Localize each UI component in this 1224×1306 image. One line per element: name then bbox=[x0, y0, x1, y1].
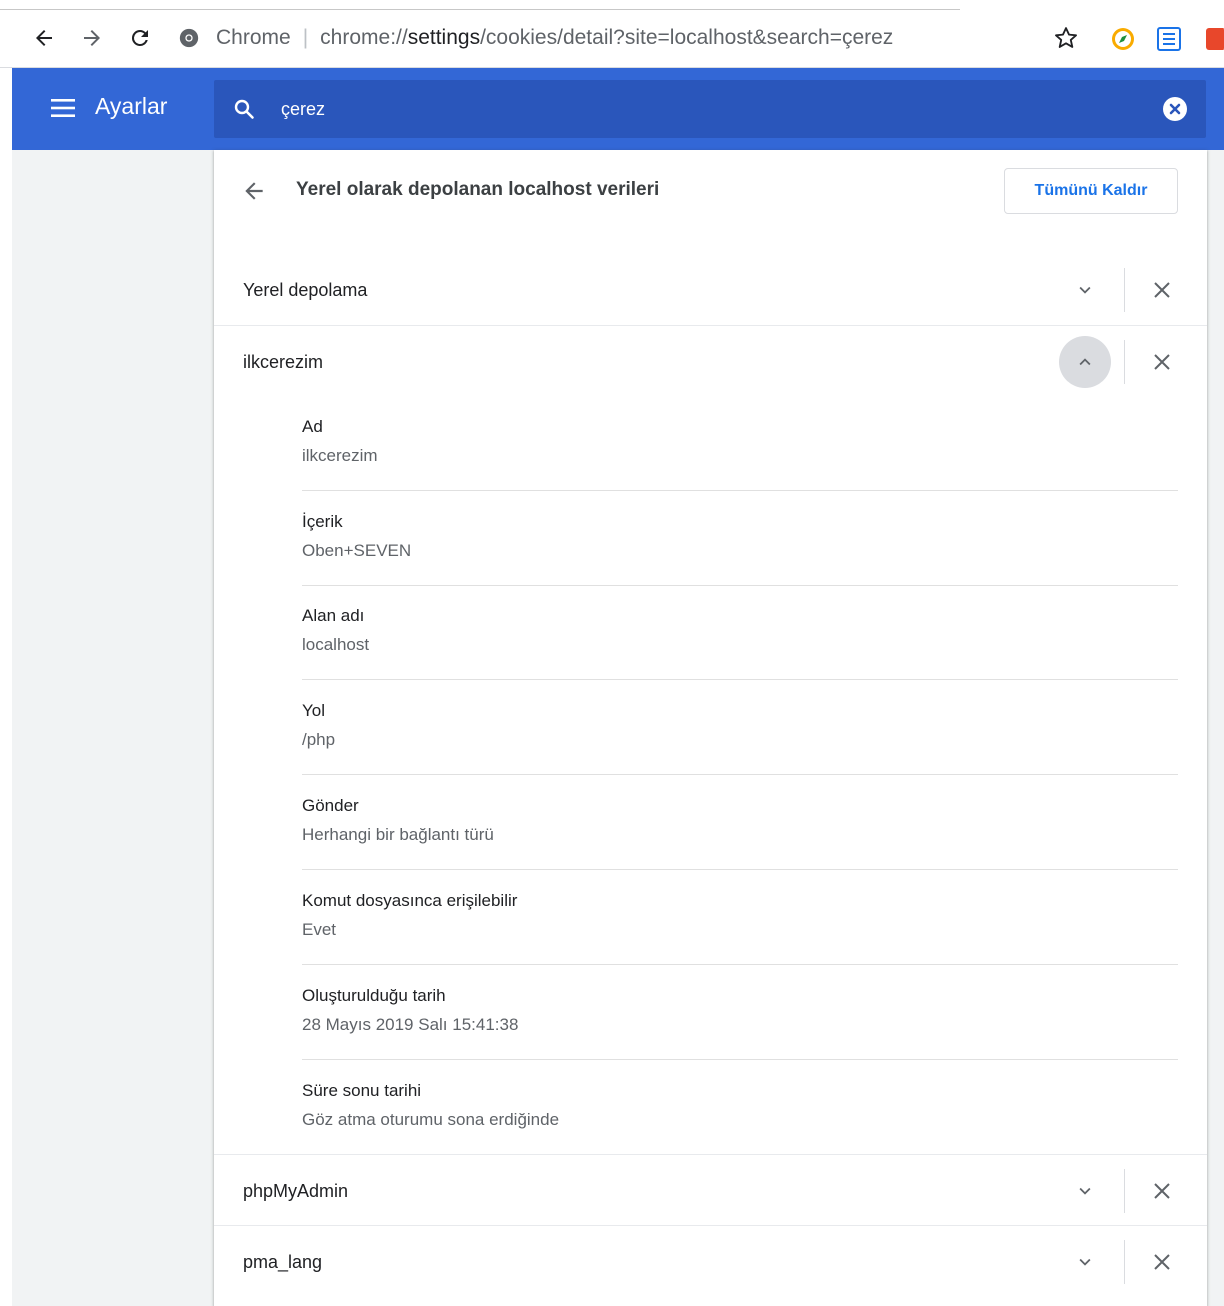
expand-button[interactable] bbox=[1059, 1236, 1111, 1288]
search-icon bbox=[234, 99, 254, 119]
list-item-phpmyadmin[interactable]: phpMyAdmin bbox=[214, 1154, 1207, 1226]
detail-value: Evet bbox=[302, 920, 337, 939]
row-divider bbox=[1124, 340, 1125, 384]
expand-button[interactable] bbox=[1059, 264, 1111, 316]
omnibox-site-name: Chrome bbox=[216, 26, 291, 49]
browser-toolbar: Chrome | chrome://settings/cookies/detai… bbox=[0, 0, 1224, 68]
omnibox-divider: | bbox=[302, 26, 309, 49]
close-icon bbox=[1154, 282, 1170, 298]
cookie-detail-name: Ad ilkcerezim bbox=[302, 396, 1178, 491]
search-input[interactable]: çerez bbox=[281, 99, 325, 120]
list-item-label: ilkcerezim bbox=[243, 352, 324, 372]
list-item-label: pma_lang bbox=[243, 1252, 323, 1272]
chevron-down-icon bbox=[1079, 286, 1091, 294]
tab-strip-edge bbox=[0, 0, 960, 10]
remove-item-button[interactable] bbox=[1142, 1171, 1182, 1211]
list-item-local-storage[interactable]: Yerel depolama bbox=[214, 254, 1207, 326]
chrome-icon bbox=[179, 28, 199, 48]
cookie-detail-expires: Süre sonu tarihi Göz atma oturumu sona e… bbox=[302, 1060, 1178, 1155]
url-host: settings bbox=[407, 26, 481, 49]
detail-label: Süre sonu tarihi bbox=[302, 1081, 422, 1100]
detail-value: Oben+SEVEN bbox=[302, 541, 412, 560]
detail-label: İçerik bbox=[302, 512, 343, 531]
remove-item-button[interactable] bbox=[1142, 342, 1182, 382]
arrow-left-icon bbox=[245, 182, 263, 200]
detail-label: Oluşturulduğu tarih bbox=[302, 986, 446, 1005]
row-divider bbox=[1124, 1240, 1125, 1284]
cookie-detail-send-for: Gönder Herhangi bir bağlantı türü bbox=[302, 775, 1178, 870]
settings-toolbar: Ayarlar çerez bbox=[12, 68, 1224, 150]
chevron-down-icon bbox=[1079, 1258, 1091, 1266]
browser-reload-button[interactable] bbox=[124, 22, 156, 54]
list-item-label: Yerel depolama bbox=[243, 280, 368, 300]
detail-label: Gönder bbox=[302, 796, 359, 815]
arrow-left-icon bbox=[36, 30, 52, 46]
extension-s-icon[interactable] bbox=[1156, 26, 1182, 52]
close-icon bbox=[1154, 1183, 1170, 1199]
detail-value: Göz atma oturumu sona erdiğinde bbox=[302, 1110, 560, 1129]
site-data-card: Yerel olarak depolanan localhost veriler… bbox=[214, 150, 1207, 1306]
detail-value: ilkcerezim bbox=[302, 446, 378, 465]
detail-value: /php bbox=[302, 730, 336, 749]
extension-compass-icon[interactable] bbox=[1110, 26, 1136, 52]
back-button[interactable] bbox=[238, 175, 270, 207]
browser-forward-button[interactable] bbox=[76, 22, 108, 54]
collapse-button[interactable] bbox=[1059, 336, 1111, 388]
remove-item-button[interactable] bbox=[1142, 1242, 1182, 1282]
cookie-detail-path: Yol /php bbox=[302, 680, 1178, 775]
list-item-pma-lang[interactable]: pma_lang bbox=[214, 1225, 1207, 1297]
expand-button[interactable] bbox=[1059, 1165, 1111, 1217]
chevron-down-icon bbox=[1079, 1187, 1091, 1195]
row-divider bbox=[1124, 1169, 1125, 1213]
detail-label: Ad bbox=[302, 417, 323, 436]
hamburger-menu-icon[interactable] bbox=[50, 97, 76, 119]
close-icon bbox=[1154, 354, 1170, 370]
url-path: /cookies/detail?site=localhost&search=çe… bbox=[480, 26, 894, 49]
cookie-detail-domain: Alan adı localhost bbox=[302, 585, 1178, 680]
chevron-up-icon bbox=[1079, 358, 1091, 366]
cookie-detail-created: Oluşturulduğu tarih 28 Mayıs 2019 Salı 1… bbox=[302, 965, 1178, 1060]
row-divider bbox=[1124, 268, 1125, 312]
close-icon bbox=[1154, 1254, 1170, 1270]
url-scheme: chrome:// bbox=[320, 26, 408, 49]
address-bar[interactable]: Chrome | chrome://settings/cookies/detai… bbox=[178, 20, 1038, 56]
reload-icon bbox=[131, 29, 148, 46]
detail-value: Herhangi bir bağlantı türü bbox=[302, 825, 494, 844]
browser-back-button[interactable] bbox=[28, 22, 60, 54]
detail-label: Alan adı bbox=[302, 606, 365, 625]
detail-value: localhost bbox=[302, 635, 370, 654]
settings-search-field[interactable]: çerez bbox=[214, 80, 1206, 138]
cookie-detail-content: İçerik Oben+SEVEN bbox=[302, 491, 1178, 586]
extension-orange-icon[interactable] bbox=[1204, 26, 1224, 52]
page-title: Yerel olarak depolanan localhost veriler… bbox=[296, 179, 660, 200]
list-item-cookie-expanded[interactable]: ilkcerezim bbox=[214, 325, 1207, 397]
list-item-label: phpMyAdmin bbox=[243, 1181, 349, 1201]
clear-search-icon[interactable] bbox=[1162, 96, 1188, 122]
remove-item-button[interactable] bbox=[1142, 270, 1182, 310]
detail-value: 28 Mayıs 2019 Salı 15:41:38 bbox=[302, 1015, 519, 1034]
arrow-right-icon bbox=[84, 30, 100, 46]
detail-label: Komut dosyasınca erişilebilir bbox=[302, 891, 518, 910]
star-icon[interactable] bbox=[1052, 24, 1080, 52]
remove-all-button[interactable]: Tümünü Kaldır bbox=[1004, 168, 1178, 214]
cookie-detail-script-access: Komut dosyasınca erişilebilir Evet bbox=[302, 870, 1178, 965]
detail-label: Yol bbox=[302, 701, 326, 720]
settings-title: Ayarlar bbox=[95, 93, 168, 119]
